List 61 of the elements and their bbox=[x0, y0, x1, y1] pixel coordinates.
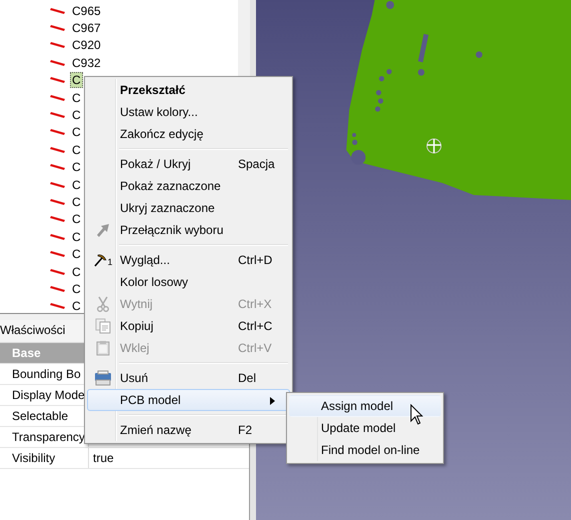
menu-item[interactable]: Pokaż zaznaczone bbox=[87, 175, 290, 197]
property-name: Base bbox=[11, 345, 42, 362]
tree-item[interactable]: C bbox=[70, 264, 83, 280]
menu-item[interactable]: Ukryj zaznaczone bbox=[87, 197, 290, 219]
capacitor-icon bbox=[50, 302, 66, 310]
scissors-icon bbox=[95, 296, 111, 312]
menu-item[interactable]: Zmień nazwę F2 bbox=[87, 419, 290, 441]
arrow-icon bbox=[95, 222, 111, 238]
menu-item[interactable]: Usuń Del bbox=[87, 367, 290, 389]
menu-item[interactable]: Update model bbox=[289, 417, 441, 439]
capacitor-icon bbox=[50, 198, 66, 206]
capacitor-icon bbox=[50, 128, 66, 136]
capacitor-icon bbox=[50, 58, 66, 67]
printer-icon bbox=[94, 370, 112, 386]
tree-item[interactable]: C bbox=[70, 194, 83, 210]
menu-item[interactable]: 1 Wygląd... Ctrl+D bbox=[87, 249, 290, 271]
tree-item[interactable]: C bbox=[70, 90, 83, 106]
tree-item[interactable]: C bbox=[70, 246, 83, 262]
tree-item[interactable]: C bbox=[70, 107, 83, 124]
menu-item[interactable]: PCB model bbox=[87, 389, 290, 411]
capacitor-icon bbox=[50, 76, 66, 84]
property-value[interactable]: true bbox=[89, 451, 114, 465]
property-name: Visibility bbox=[0, 448, 89, 468]
capacitor-icon bbox=[50, 232, 66, 241]
capacitor-icon bbox=[50, 24, 66, 32]
capacitor-icon bbox=[50, 111, 66, 120]
tree-item[interactable]: C967 bbox=[70, 20, 103, 36]
menu-item[interactable]: Ustaw kolory... bbox=[87, 101, 290, 123]
capacitor-icon bbox=[50, 94, 66, 102]
capacitor-icon bbox=[50, 6, 66, 15]
capacitor-icon bbox=[50, 268, 66, 276]
capacitor-icon bbox=[50, 215, 66, 224]
tree-item[interactable]: C965 bbox=[70, 2, 103, 19]
menu-item[interactable]: Find model on-line bbox=[289, 439, 441, 461]
menu-item[interactable]: Kolor losowy bbox=[87, 271, 290, 293]
tree-item[interactable]: C bbox=[70, 72, 83, 88]
tree-item[interactable]: C bbox=[70, 298, 83, 313]
tree-item[interactable]: C920 bbox=[70, 37, 103, 54]
menu-item[interactable]: Przekształć bbox=[87, 79, 290, 101]
capacitor-icon bbox=[50, 284, 66, 293]
copy-icon bbox=[95, 318, 111, 334]
crosshair-icon bbox=[425, 137, 443, 155]
tree-item[interactable]: C bbox=[70, 176, 83, 193]
tree-item[interactable]: C bbox=[70, 124, 83, 140]
tree-item[interactable]: C bbox=[70, 211, 83, 228]
capacitor-icon bbox=[50, 180, 66, 189]
tree-item[interactable]: C932 bbox=[70, 54, 103, 71]
tree-item[interactable]: C bbox=[70, 142, 83, 158]
tree-item[interactable]: C bbox=[70, 280, 83, 297]
capacitor-icon bbox=[50, 41, 66, 50]
menu-item[interactable]: Assign model bbox=[289, 395, 441, 417]
capacitor-icon bbox=[50, 250, 66, 258]
tree-item[interactable]: C bbox=[70, 159, 83, 176]
menu-item[interactable]: Zakończ edycję bbox=[87, 123, 290, 145]
mouse-cursor-icon bbox=[410, 404, 424, 426]
menu-item[interactable]: Pokaż / Ukryj Spacja bbox=[87, 153, 290, 175]
menu-item[interactable]: Przełącznik wyboru bbox=[87, 219, 290, 241]
clipboard-icon bbox=[95, 340, 111, 356]
tree-item[interactable]: C bbox=[70, 228, 83, 245]
capacitor-icon bbox=[50, 146, 66, 154]
capacitor-icon bbox=[50, 163, 66, 172]
